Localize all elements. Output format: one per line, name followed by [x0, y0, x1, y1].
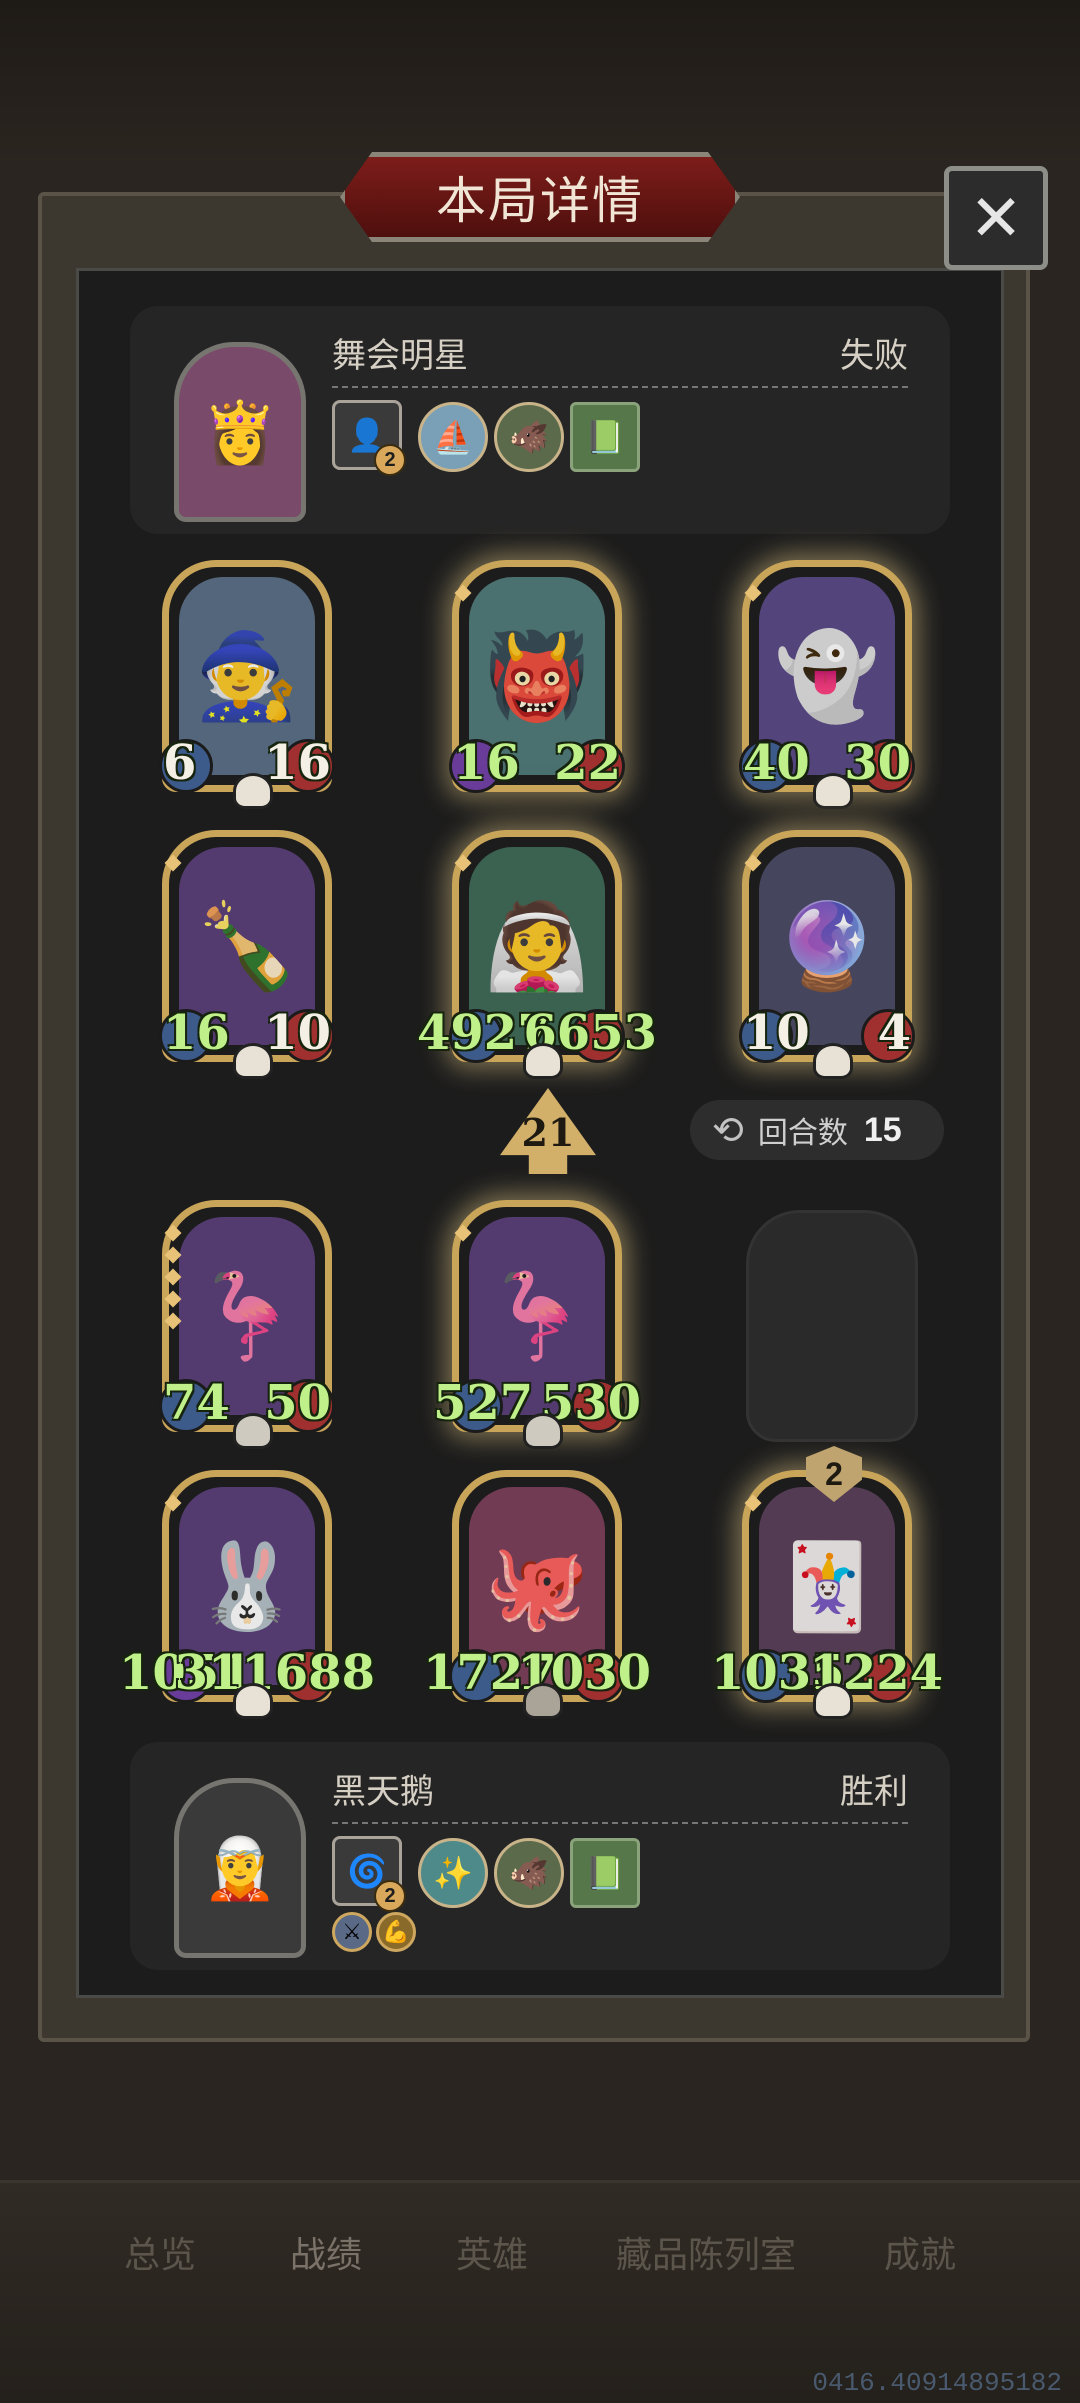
relic-level-badge: 2: [374, 1880, 406, 1912]
attack-count: 21: [521, 1110, 575, 1155]
attack-value: 16: [453, 735, 520, 791]
strength-icon[interactable]: 💪: [376, 1912, 416, 1952]
boar-relic-icon[interactable]: 🐗: [494, 402, 564, 472]
minion-card[interactable]: 🐙 1727 1030: [423, 1470, 651, 1719]
relic-level-badge: 2: [374, 444, 406, 476]
health-value: 4: [877, 1005, 911, 1061]
divider: [332, 1822, 908, 1824]
empty-slot: [746, 1210, 918, 1442]
dialog-title-banner: 本局详情: [340, 152, 740, 242]
minion-card[interactable]: 🔮 10 4: [739, 830, 915, 1079]
tab-collection[interactable]: 藏品陈列室: [616, 2226, 796, 2278]
book-relic-icon[interactable]: 📗: [570, 402, 640, 472]
attack-value: 74: [163, 1375, 230, 1431]
turn-counter: ⟲ 回合数 15: [690, 1100, 944, 1160]
self-name: 黑天鹅: [332, 1772, 434, 1812]
turn-value: 15: [863, 1110, 902, 1149]
minion-card[interactable]: 👻 40 30: [739, 560, 915, 809]
book-relic-icon[interactable]: 📗: [570, 1838, 640, 1908]
health-value: 50: [264, 1375, 331, 1431]
bottom-tab-bar: 总览 战绩 英雄 藏品陈列室 成就: [0, 2226, 1080, 2286]
skull-gear-icon: [523, 1413, 563, 1449]
minion-card[interactable]: 👰 4927 6653: [417, 830, 657, 1079]
shield-value: 2: [825, 1455, 843, 1492]
sword-icon[interactable]: ⚔: [332, 1912, 372, 1952]
health-value: 16: [264, 735, 331, 791]
minion-card[interactable]: 👹 16 22: [449, 560, 625, 793]
version-text: 0416.40914895182: [812, 2368, 1062, 2398]
skull-icon: [233, 773, 273, 809]
turn-label: 回合数: [757, 1116, 848, 1151]
refresh-icon: ⟲: [712, 1109, 744, 1152]
attack-value: 10: [743, 1005, 810, 1061]
attack-value: 527: [433, 1375, 534, 1431]
tab-records[interactable]: 战绩: [290, 2226, 362, 2278]
attack-value: 16: [163, 1005, 230, 1061]
minion-card[interactable]: 🧙 6 16: [159, 560, 335, 809]
tombstone-icon: [523, 1683, 563, 1719]
opponent-avatar[interactable]: 👸: [174, 342, 306, 522]
attack-value: 6: [163, 735, 197, 791]
attack-value: 40: [743, 735, 810, 791]
health-value: 311688: [174, 1645, 375, 1701]
skull-icon: [813, 773, 853, 809]
skull-icon: [813, 1683, 853, 1719]
skull-gear-icon: [233, 1413, 273, 1449]
divider: [332, 386, 908, 388]
opponent-result: 失败: [840, 336, 908, 376]
skull-icon: [523, 1043, 563, 1079]
health-value: 30: [844, 735, 911, 791]
health-value: 22: [554, 735, 621, 791]
minion-card[interactable]: 🐰 1051 311688: [119, 1470, 375, 1719]
opponent-player-card: 👸 舞会明星 失败 👤 2 ⛵ 🐗 📗: [130, 306, 950, 534]
tab-heroes[interactable]: 英雄: [456, 2226, 528, 2278]
opponent-name: 舞会明星: [332, 336, 468, 376]
minion-card[interactable]: 🍾 16 10: [159, 830, 335, 1079]
health-value: 10: [264, 1005, 331, 1061]
boar-relic-icon[interactable]: 🐗: [494, 1838, 564, 1908]
close-button[interactable]: ✕: [944, 166, 1048, 270]
minion-card[interactable]: 🦩 527 530: [433, 1200, 641, 1449]
background-top: [0, 0, 1080, 160]
boat-relic-icon[interactable]: ⛵: [418, 402, 488, 472]
tab-overview[interactable]: 总览: [124, 2226, 196, 2278]
skull-icon: [813, 1043, 853, 1079]
skull-icon: [233, 1683, 273, 1719]
self-result: 胜利: [840, 1772, 908, 1812]
close-icon: ✕: [969, 181, 1023, 254]
swirl-relic-icon[interactable]: ✨: [418, 1838, 488, 1908]
self-avatar[interactable]: 🧝: [174, 1778, 306, 1958]
skull-icon: [233, 1043, 273, 1079]
self-player-card: 🧝 黑天鹅 胜利 🌀 2 ✨ 🐗 📗 ⚔ 💪: [130, 1742, 950, 1970]
dialog-title: 本局详情: [436, 172, 644, 230]
tab-achievements[interactable]: 成就: [884, 2226, 956, 2278]
minion-card[interactable]: 🦩 74 50: [159, 1200, 335, 1449]
minion-card[interactable]: 🃏 1035 1224: [711, 1470, 943, 1719]
